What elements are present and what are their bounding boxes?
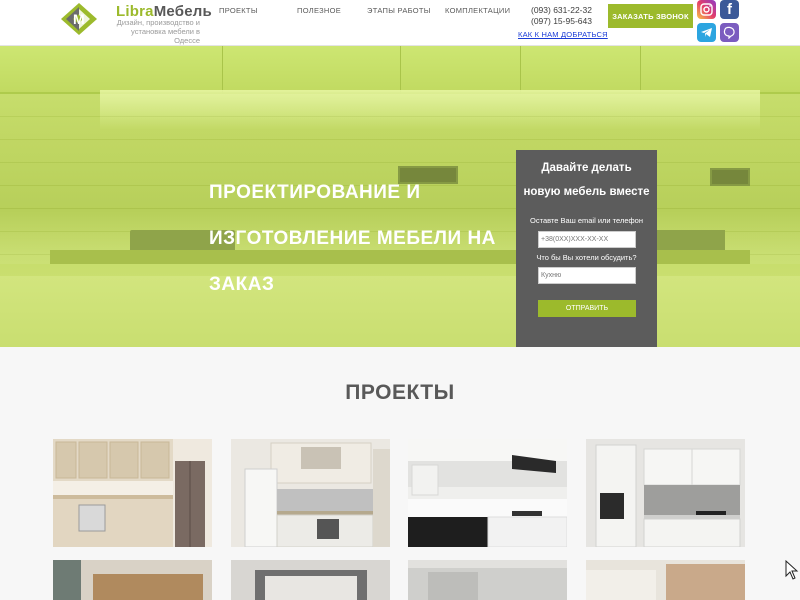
kitchen-photo-4 [586, 439, 745, 547]
topic-input[interactable] [538, 267, 636, 284]
facebook-icon[interactable]: f [720, 0, 739, 19]
form-title-line-1: Давайте делать [541, 162, 632, 174]
kitchen-photo-3 [408, 439, 567, 547]
site-header: M LibraМебель Дизайн, производство и уст… [0, 0, 800, 46]
kitchen-photo-7 [408, 560, 567, 600]
kitchen-photo-6 [231, 560, 390, 600]
project-thumbnail[interactable] [53, 439, 212, 547]
project-thumbnail[interactable] [408, 439, 567, 547]
hero-title-line-3: ЗАКАЗ [209, 274, 275, 295]
viber-icon[interactable] [720, 23, 739, 42]
contact-input[interactable] [538, 231, 636, 248]
kitchen-photo-5 [53, 560, 212, 600]
nav-projects[interactable]: ПРОЕКТЫ [219, 6, 258, 15]
cabinet-seam [640, 46, 641, 94]
phone-1[interactable]: (093) 631-22-32 [531, 5, 592, 15]
tagline-line-1: Дизайн, производство и [116, 18, 200, 27]
telegram-icon[interactable] [697, 23, 716, 42]
cabinet-seam [222, 46, 223, 94]
order-call-button[interactable]: ЗАКАЗАТЬ ЗВОНОК [608, 4, 693, 28]
route-link[interactable]: КАК К НАМ ДОБРАТЬСЯ [518, 30, 608, 39]
mouse-cursor-icon [785, 560, 799, 580]
brand-tagline: Дизайн, производство и установка мебели … [108, 18, 200, 45]
nav-useful[interactable]: ПОЛЕЗНОЕ [297, 6, 341, 15]
contact-field-label: Оставте Ваш email или телефон [530, 216, 643, 225]
nav-work-stages[interactable]: ЭТАПЫ РАБОТЫ [367, 6, 431, 15]
cabinet-seam [520, 46, 521, 94]
cabinet-seam [400, 46, 401, 94]
tagline-line-2: установка мебели в Одессе [131, 27, 200, 45]
hero-title-line-2: ИЗГОТОВЛЕНИЕ МЕБЕЛИ НА [209, 228, 496, 249]
project-thumbnail[interactable] [231, 439, 390, 547]
hero-title-line-1: ПРОЕКТИРОВАНИЕ И [209, 182, 421, 203]
form-title-line-2: новую мебель вместе [523, 186, 650, 198]
projects-heading: ПРОЕКТЫ [345, 381, 455, 404]
kitchen-photo-2 [231, 439, 390, 547]
project-thumbnail[interactable] [53, 560, 212, 600]
libra-logo-icon[interactable]: M [60, 2, 98, 36]
project-thumbnail[interactable] [231, 560, 390, 600]
contact-form: Давайте делать новую мебель вместе Остав… [516, 150, 657, 347]
project-thumbnail[interactable] [586, 439, 745, 547]
nav-configurations[interactable]: КОМПЛЕКТАЦИИ [445, 6, 510, 15]
project-thumbnail[interactable] [586, 560, 745, 600]
submit-button[interactable]: ОТПРАВИТЬ [538, 300, 636, 317]
hero-title: ПРОЕКТИРОВАНИЕ И ИЗГОТОВЛЕНИЕ МЕБЕЛИ НА … [209, 170, 496, 308]
kitchen-photo-1 [53, 439, 212, 547]
phone-2[interactable]: (097) 15-95-643 [531, 16, 592, 26]
svg-text:M: M [73, 11, 85, 27]
wall-socket [710, 168, 750, 186]
project-thumbnail[interactable] [408, 560, 567, 600]
topic-field-label: Что бы Вы хотели обсудить? [536, 253, 637, 262]
kitchen-photo-8 [586, 560, 745, 600]
instagram-icon[interactable] [697, 0, 716, 19]
